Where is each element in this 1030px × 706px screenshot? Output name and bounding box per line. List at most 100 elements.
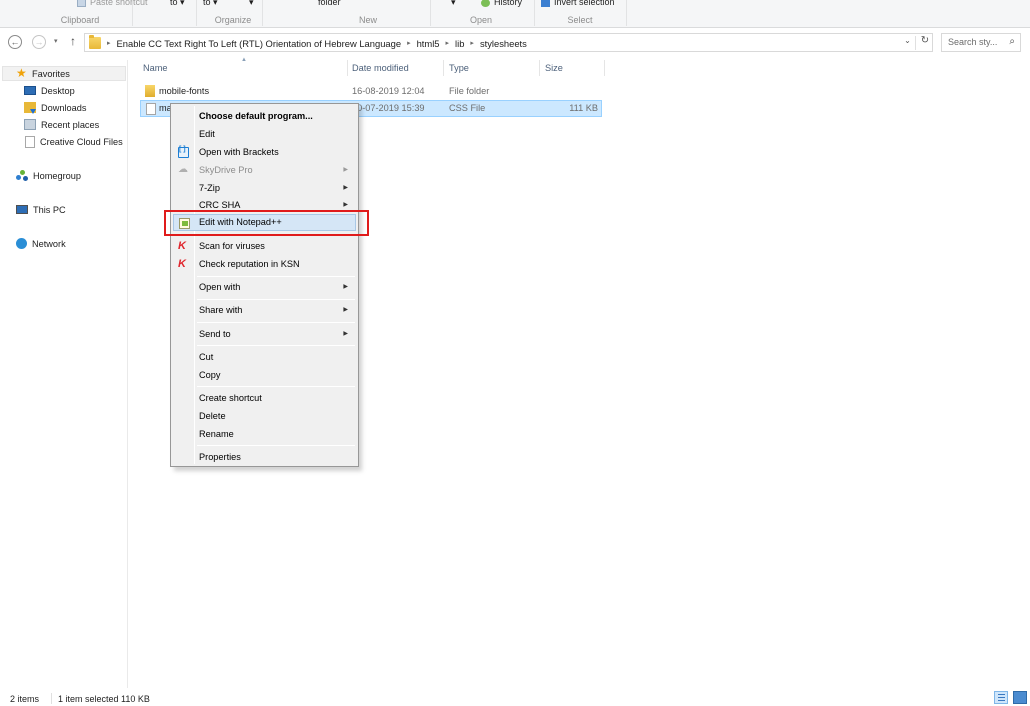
column-divider[interactable]: [604, 60, 605, 76]
star-icon: ★: [16, 66, 27, 80]
menu-item-share-with[interactable]: Share with ▶: [173, 302, 356, 319]
nav-this-pc[interactable]: This PC: [16, 202, 66, 217]
menu-item-delete[interactable]: Delete: [173, 408, 356, 425]
menu-item-open-with[interactable]: Open with ▶: [173, 279, 356, 296]
menu-separator: [197, 445, 355, 446]
search-placeholder: Search sty...: [948, 37, 998, 47]
breadcrumb-item[interactable]: stylesheets: [480, 38, 527, 49]
column-divider[interactable]: [443, 60, 444, 76]
folder-icon: [89, 35, 101, 49]
submenu-arrow-icon: ▶: [343, 307, 348, 313]
address-bar[interactable]: ▸ Enable CC Text Right To Left (RTL) Ori…: [84, 33, 933, 52]
status-bar: 2 items 1 item selected 110 KB: [0, 688, 1030, 706]
kaspersky-icon: K: [178, 240, 186, 252]
menu-item-copy[interactable]: Copy: [173, 367, 356, 384]
kaspersky-icon: K: [178, 258, 186, 270]
menu-item-scan-for-viruses[interactable]: K Scan for viruses: [173, 238, 356, 255]
breadcrumb-item[interactable]: html5: [417, 38, 440, 49]
column-header-type[interactable]: Type: [449, 63, 469, 73]
computer-icon: [16, 205, 28, 214]
css-file-icon: [146, 103, 156, 115]
breadcrumb-item[interactable]: lib: [455, 38, 464, 49]
move-to-button[interactable]: to ▾: [170, 0, 185, 8]
status-divider: [51, 693, 52, 704]
details-view-icon[interactable]: [994, 691, 1008, 704]
downloads-icon: [24, 102, 36, 114]
menu-item-rename[interactable]: Rename: [173, 426, 356, 443]
breadcrumb: ▸ Enable CC Text Right To Left (RTL) Ori…: [89, 35, 527, 49]
address-history-dropdown[interactable]: ⌄: [900, 36, 916, 50]
menu-separator: [197, 299, 355, 300]
menu-separator: [197, 386, 355, 387]
nav-downloads[interactable]: Downloads: [24, 100, 86, 115]
delete-dropdown-button[interactable]: ▾: [249, 0, 254, 8]
brackets-icon: [178, 146, 189, 158]
breadcrumb-item[interactable]: Enable CC Text Right To Left (RTL) Orien…: [117, 38, 402, 49]
breadcrumb-separator[interactable]: ▸: [407, 39, 411, 47]
menu-item-check-reputation-in-ksn[interactable]: K Check reputation in KSN: [173, 256, 356, 273]
history-button[interactable]: History: [481, 0, 522, 7]
menu-item-open-with-brackets[interactable]: Open with Brackets: [173, 144, 356, 161]
group-label-organize: Organize: [214, 15, 252, 25]
breadcrumb-separator[interactable]: ▸: [107, 39, 111, 47]
breadcrumb-separator[interactable]: ▸: [470, 39, 474, 47]
menu-item-properties[interactable]: Properties: [173, 449, 356, 466]
file-type: File folder: [449, 86, 490, 96]
file-type: CSS File: [449, 103, 486, 113]
file-name: mobile-fonts: [159, 86, 210, 96]
search-icon[interactable]: ⌕: [1009, 36, 1015, 47]
menu-item-create-shortcut[interactable]: Create shortcut: [173, 390, 356, 407]
status-item-count: 2 items: [10, 694, 40, 704]
menu-item-edit[interactable]: Edit: [173, 126, 356, 143]
nav-favorites[interactable]: ★ Favorites: [2, 66, 126, 81]
menu-item-skydrive-pro[interactable]: ☁ SkyDrive Pro ▶: [173, 162, 356, 179]
breadcrumb-separator[interactable]: ▸: [446, 39, 450, 47]
up-button[interactable]: ↑: [70, 34, 76, 48]
navigation-pane: ★ Favorites Desktop Downloads Recent pla…: [0, 60, 128, 688]
large-icons-view-icon[interactable]: [1013, 691, 1027, 704]
homegroup-icon: [16, 169, 28, 182]
invert-selection-button[interactable]: Invert selection: [541, 0, 615, 7]
column-header-size[interactable]: Size: [545, 63, 563, 73]
menu-item-7-zip[interactable]: 7-Zip ▶: [173, 180, 356, 197]
menu-item-send-to[interactable]: Send to ▶: [173, 326, 356, 343]
menu-separator: [197, 276, 355, 277]
copy-to-button[interactable]: to ▾: [203, 0, 218, 8]
ribbon-divider: [262, 0, 263, 26]
address-row: ← → ▾ ↑ ▸ Enable CC Text Right To Left (…: [0, 33, 1030, 53]
forward-button[interactable]: →: [32, 35, 46, 49]
file-row[interactable]: mobile-fonts 16-08-2019 12:04 File folde…: [140, 83, 602, 100]
column-divider[interactable]: [539, 60, 540, 76]
skydrive-icon: ☁: [178, 164, 188, 175]
nav-desktop[interactable]: Desktop: [24, 83, 75, 98]
network-icon: [16, 238, 27, 249]
submenu-arrow-icon: ▶: [343, 331, 348, 337]
new-folder-button[interactable]: folder: [318, 0, 341, 7]
nav-homegroup[interactable]: Homegroup: [16, 168, 81, 183]
document-icon: [25, 135, 35, 148]
ribbon: Paste shortcut to ▾ to ▾ ▾ folder ▾ Hist…: [0, 0, 1030, 28]
recent-places-icon: [24, 119, 36, 130]
refresh-button[interactable]: ↻: [918, 35, 932, 46]
menu-item-choose-default-program[interactable]: Choose default program...: [173, 108, 356, 125]
nav-network[interactable]: Network: [16, 236, 66, 251]
nav-recent-places[interactable]: Recent places: [24, 117, 99, 132]
ribbon-divider: [626, 0, 627, 26]
nav-creative-cloud-files[interactable]: Creative Cloud Files: [25, 134, 123, 149]
submenu-arrow-icon: ▶: [343, 167, 348, 173]
paste-shortcut-button[interactable]: Paste shortcut: [77, 0, 148, 7]
open-dropdown-button[interactable]: ▾: [451, 0, 456, 8]
sort-ascending-icon: ▲: [241, 57, 247, 63]
menu-separator: [197, 322, 355, 323]
group-label-open: Open: [469, 15, 493, 25]
recent-locations-button[interactable]: ▾: [54, 37, 58, 45]
back-button[interactable]: ←: [8, 35, 22, 49]
column-headers: ▲ Name Date modified Type Size: [138, 57, 608, 76]
column-header-name[interactable]: Name: [143, 63, 168, 73]
ribbon-divider: [534, 0, 535, 26]
column-divider[interactable]: [347, 60, 348, 76]
column-header-date-modified[interactable]: Date modified: [352, 63, 409, 73]
file-size: 111 KB: [569, 103, 598, 113]
search-input[interactable]: Search sty... ⌕: [941, 33, 1021, 52]
menu-item-cut[interactable]: Cut: [173, 349, 356, 366]
